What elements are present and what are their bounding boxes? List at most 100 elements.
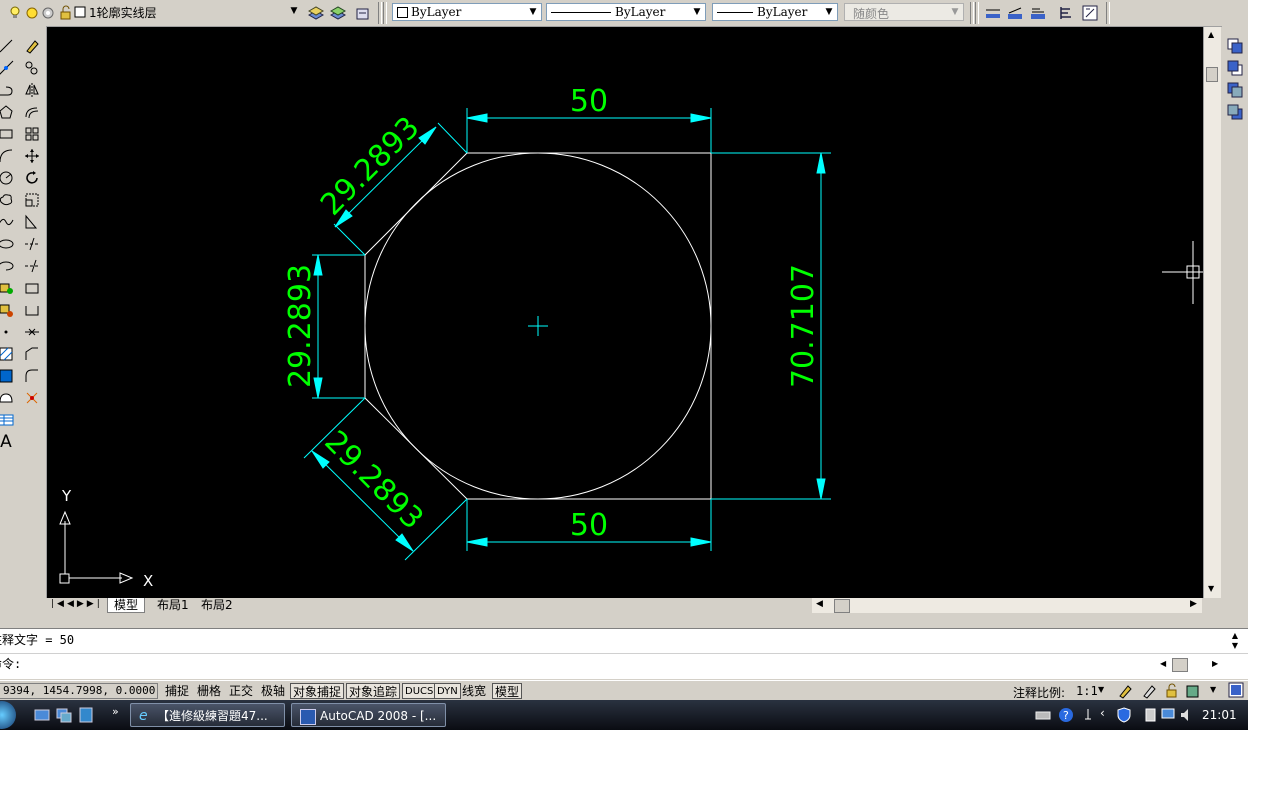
construction-line-tool-icon[interactable] xyxy=(0,58,16,78)
osnap-toggle[interactable]: 对象捕捉 xyxy=(290,683,345,699)
hatch-tool-icon[interactable] xyxy=(0,344,16,364)
lightbulb-icon[interactable] xyxy=(8,5,24,21)
ellipse-tool-icon[interactable] xyxy=(0,234,16,254)
model-space-canvas[interactable]: 50 50 70.7107 29.2893 29.2893 29.2893 Y … xyxy=(47,27,1203,598)
ortho-toggle[interactable]: 正交 xyxy=(227,683,255,699)
horizontal-scroll-thumb[interactable] xyxy=(834,599,850,613)
command-scroll-icon[interactable]: ▲ ▼ xyxy=(1228,631,1242,651)
communication-center-icon[interactable] xyxy=(1185,683,1201,699)
circle-tool-icon[interactable] xyxy=(0,168,16,188)
trim-tool-icon[interactable] xyxy=(22,234,42,254)
break-at-point-tool-icon[interactable] xyxy=(22,278,42,298)
ellipse-arc-tool-icon[interactable] xyxy=(0,256,16,276)
revision-cloud-tool-icon[interactable] xyxy=(0,190,16,210)
chevron-down-icon[interactable]: ▼ xyxy=(527,6,539,18)
model-toggle[interactable]: 模型 xyxy=(492,683,523,699)
join-tool-icon[interactable] xyxy=(22,322,42,342)
layer-combo[interactable]: 1轮廓实线层 ▼ xyxy=(70,3,302,21)
extend-tool-icon[interactable] xyxy=(22,256,42,276)
scale-tool-icon[interactable] xyxy=(22,190,42,210)
dimension-aligned-icon[interactable] xyxy=(1007,5,1023,21)
command-prompt[interactable]: 命令: xyxy=(0,653,21,675)
snap-toggle[interactable]: 捕捉 xyxy=(163,683,191,699)
taskbar-button-autocad[interactable]: AutoCAD 2008 - [... xyxy=(291,703,446,727)
polyline-tool-icon[interactable] xyxy=(0,80,16,100)
array-tool-icon[interactable] xyxy=(22,124,42,144)
layer-manager-icon[interactable] xyxy=(307,5,325,21)
horizontal-scrollbar[interactable]: ◀ ▶ xyxy=(812,598,1202,613)
send-under-icon[interactable] xyxy=(1225,102,1245,122)
offset-tool-icon[interactable] xyxy=(22,102,42,122)
command-hscroll[interactable]: ◀ ▶ xyxy=(1160,657,1220,673)
display-tray-icon[interactable] xyxy=(1161,707,1177,723)
tab-layout1[interactable]: 布局1 xyxy=(153,598,193,612)
make-block-tool-icon[interactable] xyxy=(0,300,16,320)
explode-tool-icon[interactable] xyxy=(22,388,42,408)
scroll-right-icon[interactable]: ▶ xyxy=(1190,599,1197,609)
tab-layout2[interactable]: 布局2 xyxy=(197,598,237,612)
ducs-toggle[interactable]: DUCS xyxy=(402,683,437,699)
chevron-down-icon[interactable]: ▼ xyxy=(1098,685,1104,694)
table-tool-icon[interactable] xyxy=(0,410,16,430)
bring-above-icon[interactable] xyxy=(1225,80,1245,100)
keyboard-tray-icon[interactable] xyxy=(1035,707,1051,723)
point-tool-icon[interactable] xyxy=(0,322,16,342)
vertical-scroll-thumb[interactable] xyxy=(1206,67,1218,82)
viewport-freeze-icon[interactable] xyxy=(40,5,56,21)
bring-to-front-icon[interactable] xyxy=(1225,36,1245,56)
usb-tray-icon[interactable] xyxy=(1143,707,1159,723)
shield-tray-icon[interactable] xyxy=(1116,707,1132,723)
tray-expand-icon[interactable]: ‹ xyxy=(1100,706,1105,720)
scroll-up-icon[interactable]: ▲ xyxy=(1208,30,1214,39)
move-tool-icon[interactable] xyxy=(22,146,42,166)
tab-model[interactable]: 模型 xyxy=(107,598,146,613)
start-button[interactable] xyxy=(0,701,16,729)
dimension-style-icon[interactable] xyxy=(1030,5,1046,21)
multiline-text-tool-icon[interactable]: A xyxy=(0,432,16,452)
toolbar-lock-icon[interactable] xyxy=(1164,683,1180,699)
show-desktop-icon[interactable] xyxy=(34,707,50,723)
chevron-down-icon[interactable]: ▼ xyxy=(691,6,703,18)
make-object-layer-current-icon[interactable] xyxy=(329,5,347,21)
lineweight-combo[interactable]: ByLayer ▼ xyxy=(712,3,838,21)
send-to-back-icon[interactable] xyxy=(1225,58,1245,78)
quicklaunch-app-icon[interactable] xyxy=(78,707,94,723)
copy-tool-icon[interactable] xyxy=(22,58,42,78)
rotate-tool-icon[interactable] xyxy=(22,168,42,188)
scroll-left-icon[interactable]: ◀ xyxy=(816,599,823,609)
otrack-toggle[interactable]: 对象追踪 xyxy=(346,683,401,699)
network-tray-icon[interactable] xyxy=(1080,707,1096,723)
coordinate-readout[interactable]: 9394, 1454.7998, 0.0000 xyxy=(0,683,158,699)
color-combo[interactable]: ByLayer ▼ xyxy=(392,3,542,21)
arc-tool-icon[interactable] xyxy=(0,146,16,166)
quicklaunch-overflow-icon[interactable]: » xyxy=(112,705,119,718)
multiline-text-icon[interactable] xyxy=(1058,5,1074,21)
speaker-tray-icon[interactable] xyxy=(1179,707,1195,723)
status-menu-chevron-icon[interactable]: ▼ xyxy=(1210,685,1216,694)
chamfer-tool-icon[interactable] xyxy=(22,344,42,364)
scroll-down-icon[interactable]: ▼ xyxy=(1208,584,1214,593)
annotation-visibility-icon[interactable] xyxy=(1117,683,1133,699)
stretch-tool-icon[interactable] xyxy=(22,212,42,232)
spline-tool-icon[interactable] xyxy=(0,212,16,232)
sun-icon[interactable] xyxy=(24,5,40,21)
rectangle-tool-icon[interactable] xyxy=(0,124,16,144)
quick-dimension-icon[interactable] xyxy=(1082,5,1098,21)
auto-scale-icon[interactable] xyxy=(1141,683,1157,699)
polygon-tool-icon[interactable] xyxy=(0,102,16,122)
taskbar-button-ie[interactable]: e 【進修級練習題47... xyxy=(130,703,285,727)
annotation-scale-value[interactable]: 1:1 xyxy=(1076,684,1098,698)
lineweight-toggle[interactable]: 线宽 xyxy=(460,683,488,699)
dyn-toggle[interactable]: DYN xyxy=(434,683,461,699)
insert-block-tool-icon[interactable] xyxy=(0,278,16,298)
vertical-scrollbar[interactable]: ▲ ▼ xyxy=(1203,27,1221,598)
clean-screen-icon[interactable] xyxy=(1228,682,1244,698)
line-tool-icon[interactable] xyxy=(0,36,16,56)
layer-previous-icon[interactable] xyxy=(354,5,370,21)
plotstyle-combo[interactable]: 随颜色 ▼ xyxy=(844,3,964,21)
fillet-tool-icon[interactable] xyxy=(22,366,42,386)
chevron-down-icon[interactable]: ▼ xyxy=(823,6,835,18)
linetype-combo[interactable]: ByLayer ▼ xyxy=(546,3,706,21)
help-tray-icon[interactable]: ? xyxy=(1058,707,1074,723)
tray-clock[interactable]: 21:01 xyxy=(1202,708,1237,722)
